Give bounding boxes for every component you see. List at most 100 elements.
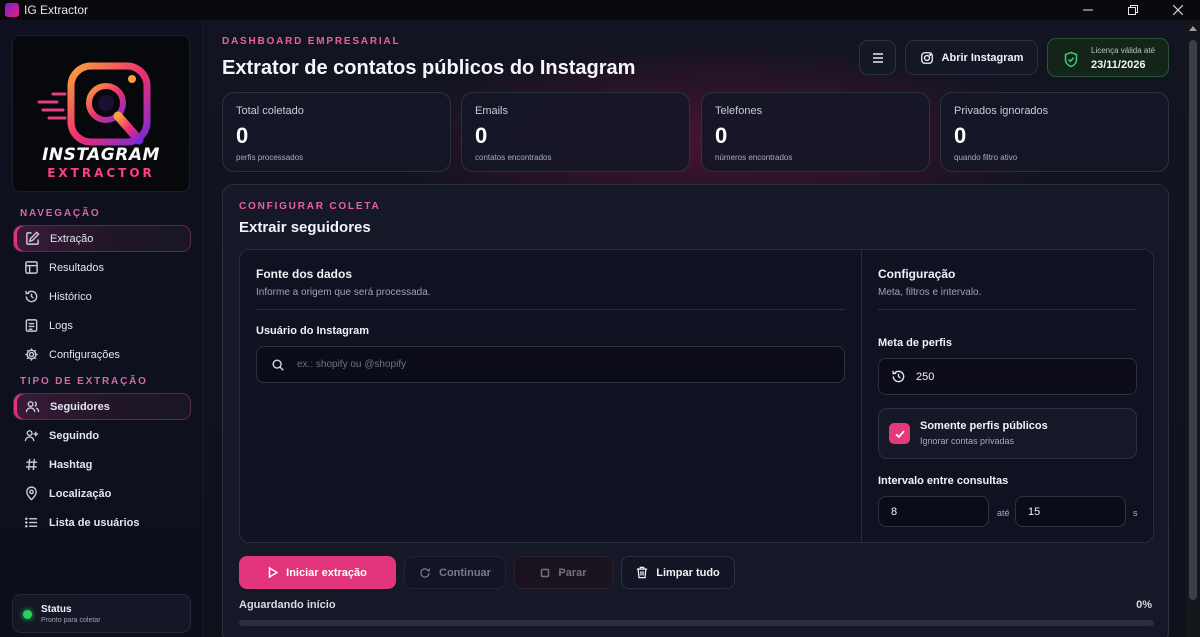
stat-value: 0	[715, 123, 728, 148]
restore-icon	[1127, 5, 1138, 15]
sidebar-item-label: Seguindo	[49, 429, 100, 442]
menu-button[interactable]	[859, 40, 896, 75]
open-instagram-label: Abrir Instagram	[941, 51, 1024, 64]
history-icon	[23, 289, 39, 305]
stat-card-telefones: Telefones 0 números encontrados	[701, 92, 930, 172]
sidebar-item-label: Logs	[49, 319, 73, 332]
scroll-up-arrow-icon[interactable]	[1189, 26, 1197, 31]
progress-percent: 0%	[1136, 599, 1152, 611]
window-titlebar: IG Extractor	[0, 0, 1200, 20]
stat-label: Telefones	[715, 105, 763, 117]
stat-card-emails: Emails 0 contatos encontrados	[461, 92, 690, 172]
stat-subtitle: números encontrados	[715, 153, 793, 162]
clock-icon	[892, 370, 905, 383]
column-divider	[861, 250, 862, 542]
status-title: Status	[41, 604, 72, 615]
clear-all-button[interactable]: Limpar tudo	[621, 556, 735, 589]
page-title: Extrator de contatos públicos do Instagr…	[222, 57, 636, 79]
sidebar-item-label: Localização	[49, 487, 112, 500]
file-list-icon	[23, 318, 39, 334]
type-section-label: TIPO DE EXTRAÇÃO	[20, 376, 148, 387]
sidebar-item-extracao[interactable]: Extração	[13, 225, 191, 252]
edit-icon	[24, 231, 40, 247]
logo-title: INSTAGRAM	[42, 145, 160, 165]
sidebar-item-label: Extração	[50, 232, 94, 245]
interval-from-input[interactable]: 8	[878, 496, 989, 527]
sidebar-item-label: Histórico	[49, 290, 92, 303]
public-only-subtitle: Ignorar contas privadas	[920, 436, 1015, 446]
nav-section-label: NAVEGAÇÃO	[20, 208, 101, 219]
restore-button[interactable]	[1110, 0, 1155, 20]
user-search-field[interactable]: ex.: shopify ou @shopify	[256, 346, 845, 383]
status-subtitle: Pronto para coletar	[41, 617, 101, 624]
close-icon	[1172, 5, 1183, 15]
public-only-option[interactable]: Somente perfis públicos Ignorar contas p…	[878, 408, 1137, 459]
map-pin-icon	[23, 486, 39, 502]
stat-subtitle: quando filtro ativo	[954, 153, 1018, 162]
divider	[256, 309, 845, 310]
config-title: Extrair seguidores	[239, 219, 371, 236]
divider	[878, 309, 1137, 310]
sidebar: INSTAGRAM EXTRACTOR NAVEGAÇÃO Extração R…	[0, 20, 204, 637]
license-badge: Licença válida até 23/11/2026	[1047, 38, 1169, 77]
stat-card-privados: Privados ignorados 0 quando filtro ativo	[940, 92, 1169, 172]
main-content: DASHBOARD EMPRESARIAL Extrator de contat…	[205, 20, 1186, 637]
logo-subtitle: EXTRACTOR	[47, 166, 155, 180]
source-subtitle: Informe a origem que será processada.	[256, 287, 431, 298]
check-icon	[894, 430, 905, 438]
stat-label: Total coletado	[236, 105, 304, 117]
license-date: 23/11/2026	[1091, 59, 1146, 71]
sidebar-item-hashtag[interactable]: Hashtag	[13, 451, 191, 478]
sidebar-item-configuracoes[interactable]: Configurações	[13, 341, 191, 368]
goal-label: Meta de perfis	[878, 337, 952, 349]
start-extraction-button[interactable]: Iniciar extração	[239, 556, 396, 589]
sidebar-item-localizacao[interactable]: Localização	[13, 480, 191, 507]
goal-value: 250	[916, 370, 935, 383]
main-scrollbar[interactable]	[1186, 20, 1200, 637]
window-controls	[1065, 0, 1200, 20]
license-label: Licença válida até	[1091, 46, 1156, 55]
interval-label: Intervalo entre consultas	[878, 475, 1009, 487]
continue-label: Continuar	[439, 566, 491, 579]
sidebar-item-seguindo[interactable]: Seguindo	[13, 422, 191, 449]
stat-value: 0	[236, 123, 249, 148]
play-icon	[268, 567, 279, 578]
status-panel: Status Pronto para coletar	[12, 594, 191, 633]
stat-card-total: Total coletado 0 perfis processados	[222, 92, 451, 172]
sidebar-item-historico[interactable]: Histórico	[13, 283, 191, 310]
minimize-icon	[1082, 9, 1093, 11]
menu-icon	[872, 52, 883, 63]
scrollbar-thumb[interactable]	[1189, 40, 1197, 600]
config-panel: CONFIGURAR COLETA Extrair seguidores Fon…	[222, 184, 1169, 637]
continue-button[interactable]: Continuar	[404, 556, 506, 589]
open-instagram-button[interactable]: Abrir Instagram	[905, 40, 1038, 75]
stat-subtitle: contatos encontrados	[475, 153, 552, 162]
search-icon	[272, 358, 284, 371]
public-only-title: Somente perfis públicos	[920, 420, 1048, 432]
sidebar-item-label: Configurações	[49, 348, 120, 361]
sidebar-item-resultados[interactable]: Resultados	[13, 254, 191, 281]
sidebar-item-label: Seguidores	[50, 400, 110, 413]
sidebar-item-seguidores[interactable]: Seguidores	[13, 393, 191, 420]
stat-label: Privados ignorados	[954, 105, 1049, 117]
stop-button[interactable]: Parar	[514, 556, 613, 589]
config-form: Fonte dos dados Informe a origem que ser…	[239, 249, 1154, 543]
public-only-checkbox[interactable]	[889, 423, 910, 444]
refresh-icon	[420, 567, 431, 578]
goal-input[interactable]: 250	[878, 358, 1137, 395]
sidebar-item-lista-usuarios[interactable]: Lista de usuários	[13, 509, 191, 536]
source-title: Fonte dos dados	[256, 267, 352, 281]
layout-icon	[23, 260, 39, 276]
instagram-logo-icon	[37, 62, 151, 146]
start-label: Iniciar extração	[286, 566, 367, 579]
minimize-button[interactable]	[1065, 0, 1110, 20]
interval-separator: até	[997, 508, 1010, 518]
trash-icon	[637, 566, 648, 579]
stop-label: Parar	[558, 566, 587, 579]
user-plus-icon	[23, 428, 39, 444]
close-button[interactable]	[1155, 0, 1200, 20]
interval-to-input[interactable]: 15	[1015, 496, 1126, 527]
users-icon	[24, 399, 40, 415]
clear-label: Limpar tudo	[656, 566, 720, 579]
sidebar-item-logs[interactable]: Logs	[13, 312, 191, 339]
